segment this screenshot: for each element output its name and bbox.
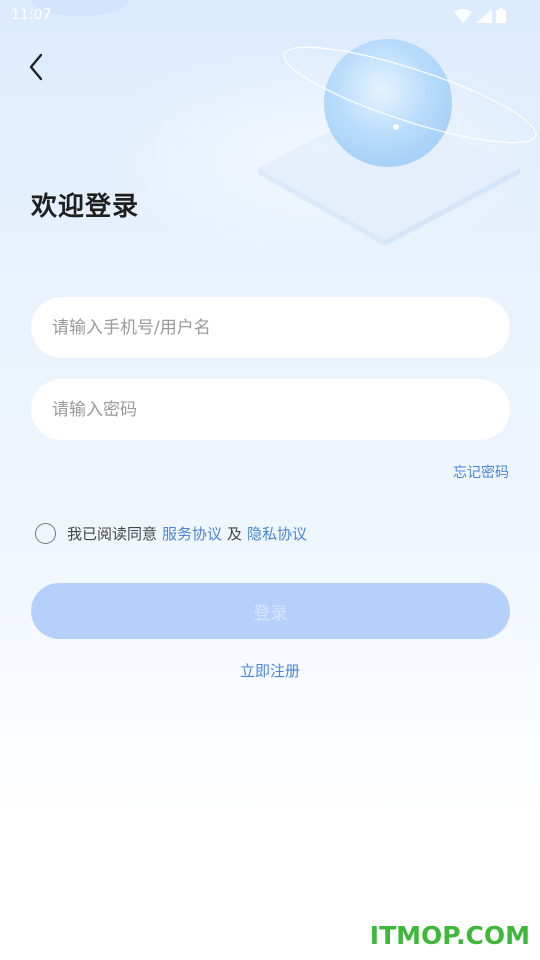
chevron-left-icon [29,53,43,81]
status-time: 11:07 [11,7,52,23]
agreement-row: 我已阅读同意 服务协议 及 隐私协议 [35,523,312,544]
status-bar: 11:07 [0,0,540,32]
page-title: 欢迎登录 [31,192,140,222]
forgot-password-link[interactable]: 忘记密码 [453,462,509,482]
account-input[interactable] [31,297,510,358]
agreement-checkbox[interactable] [35,523,56,544]
login-button[interactable]: 登录 [31,583,510,639]
status-icons [454,8,506,23]
service-agreement-link[interactable]: 服务协议 [162,523,222,544]
background-decoration [32,0,540,260]
password-input[interactable] [31,379,510,440]
register-row: 立即注册 [0,660,540,681]
signal-icon [476,8,492,23]
agreement-joiner: 及 [227,525,243,543]
privacy-agreement-link[interactable]: 隐私协议 [247,523,307,544]
register-link[interactable]: 立即注册 [240,662,300,680]
agreement-prefix: 我已阅读同意 [67,525,158,543]
watermark: ITMOP.COM [369,921,530,950]
battery-icon [496,8,506,23]
wifi-icon [454,8,472,23]
back-button[interactable] [20,50,52,84]
